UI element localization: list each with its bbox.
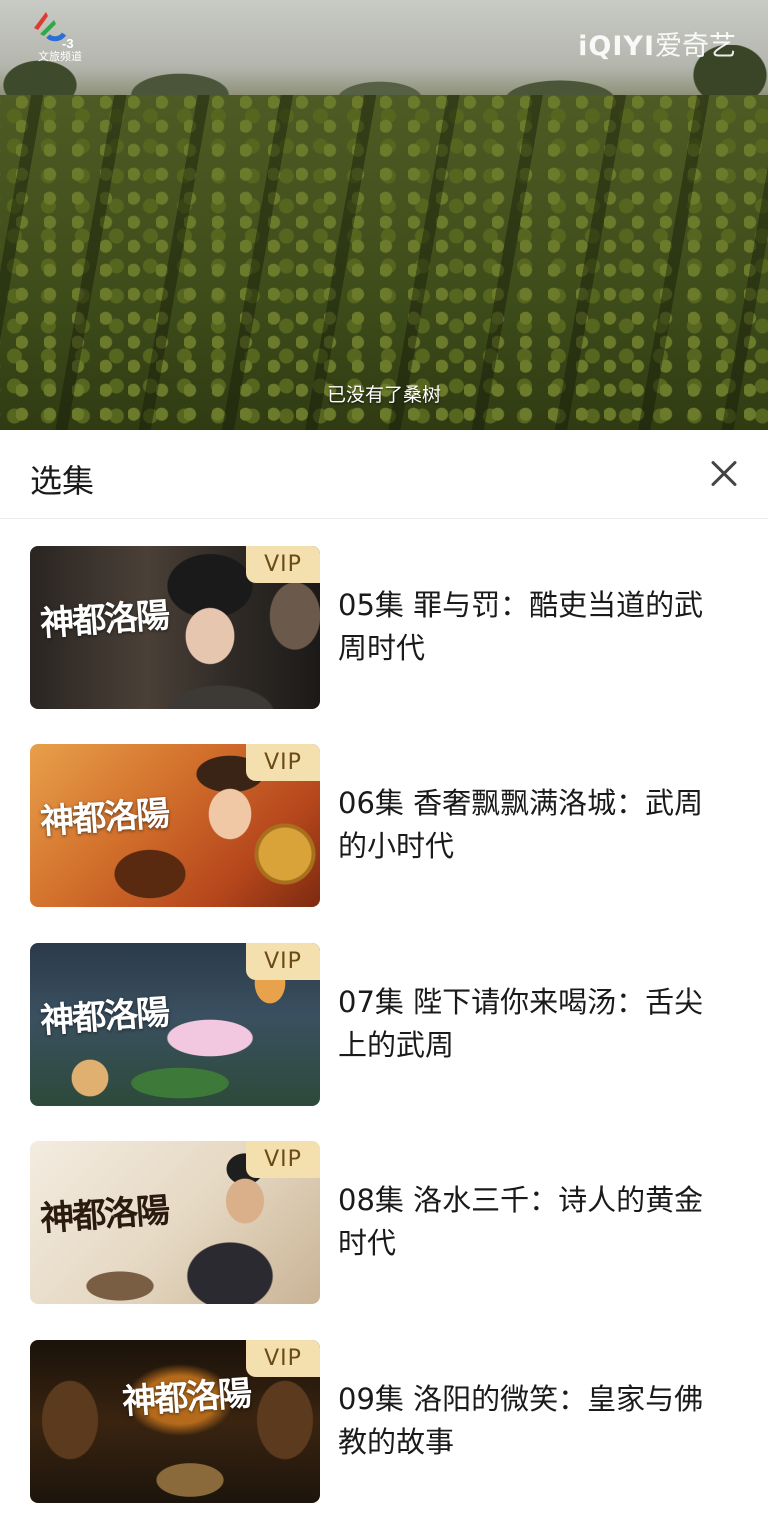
episode-item-08[interactable]: 神都洛陽 VIP 08集 洛水三千：诗人的黄金时代 — [30, 1141, 738, 1304]
series-logo: 神都洛陽 — [39, 992, 170, 1042]
episode-panel: 选集 神都洛陽 VIP 05集 罪与罚：酷吏当道的武周时代 神都洛陽 VIP 0… — [0, 430, 768, 1518]
panel-header: 选集 — [0, 430, 768, 519]
episode-title: 06集 香奢飘飘满洛城：武周的小时代 — [338, 786, 704, 863]
video-subtitle: 已没有了桑树 — [326, 384, 441, 406]
series-logo: 神都洛陽 — [39, 793, 170, 843]
vip-badge: VIP — [246, 744, 320, 781]
video-player[interactable]: -3 文旅频道 iQIYI爱奇艺 已没有了桑树 — [0, 0, 768, 430]
vip-badge: VIP — [246, 1340, 320, 1377]
series-logo: 神都洛陽 — [39, 1190, 170, 1240]
episode-thumbnail: 神都洛陽 VIP — [30, 1340, 320, 1503]
episode-thumbnail: 神都洛陽 VIP — [30, 546, 320, 709]
episode-title: 09集 洛阳的微笑：皇家与佛教的故事 — [338, 1382, 704, 1459]
panel-title: 选集 — [30, 462, 95, 500]
vip-badge: VIP — [246, 546, 320, 583]
series-logo: 神都洛陽 — [121, 1373, 252, 1423]
vip-badge: VIP — [246, 1141, 320, 1178]
close-icon[interactable] — [704, 454, 744, 494]
episode-thumbnail: 神都洛陽 VIP — [30, 744, 320, 907]
vip-badge: VIP — [246, 943, 320, 980]
brand-cn: 爱奇艺 — [655, 31, 736, 62]
episode-item-06[interactable]: 神都洛陽 VIP 06集 香奢飘飘满洛城：武周的小时代 — [30, 744, 738, 907]
episode-title: 08集 洛水三千：诗人的黄金时代 — [338, 1183, 704, 1260]
episode-item-07[interactable]: 神都洛陽 VIP 07集 陛下请你来喝汤：舌尖上的武周 — [30, 943, 738, 1106]
episode-item-09[interactable]: 神都洛陽 VIP 09集 洛阳的微笑：皇家与佛教的故事 — [30, 1340, 738, 1503]
iqiyi-logo: iQIYI爱奇艺 — [578, 24, 736, 63]
episode-thumbnail: 神都洛陽 VIP — [30, 943, 320, 1106]
episode-title: 05集 罪与罚：酷吏当道的武周时代 — [338, 588, 704, 665]
episode-thumbnail: 神都洛陽 VIP — [30, 1141, 320, 1304]
channel-name: 文旅频道 — [38, 50, 82, 63]
series-logo: 神都洛陽 — [39, 595, 170, 645]
brand-latin: iQIYI — [578, 31, 655, 62]
episode-item-05[interactable]: 神都洛陽 VIP 05集 罪与罚：酷吏当道的武周时代 — [30, 546, 738, 709]
episode-title: 07集 陛下请你来喝汤：舌尖上的武周 — [338, 985, 704, 1062]
